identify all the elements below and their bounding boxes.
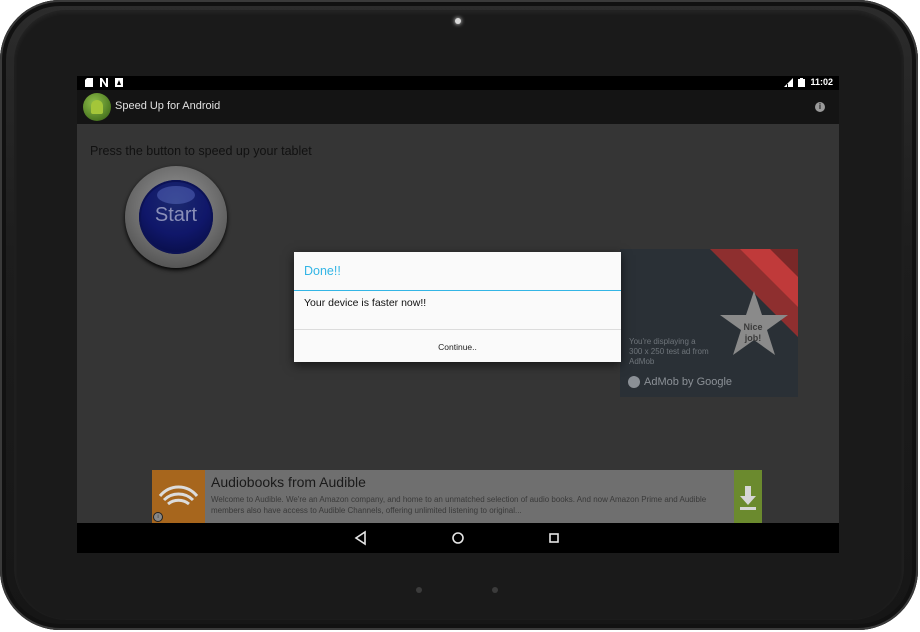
download-button[interactable] xyxy=(734,470,762,523)
app-bar: Speed Up for Android i xyxy=(77,90,839,124)
home-icon[interactable] xyxy=(450,530,466,546)
sd-card-icon xyxy=(85,78,93,87)
banner-description: Welcome to Audible. We're an Amazon comp… xyxy=(211,495,707,515)
front-camera xyxy=(455,18,461,24)
done-dialog: Done!! Your device is faster now!! Conti… xyxy=(294,252,621,362)
start-button[interactable]: Start xyxy=(125,166,227,268)
download-icon xyxy=(740,486,756,510)
start-button-label: Start xyxy=(154,204,198,226)
instruction-text: Press the button to speed up your tablet xyxy=(90,144,312,158)
nfc-icon xyxy=(100,78,108,87)
recents-icon[interactable] xyxy=(546,530,562,546)
ad-brand: AdMob by Google xyxy=(628,376,732,388)
dialog-message: Your device is faster now!! xyxy=(304,297,427,309)
admob-test-ad[interactable]: Nice job! You're displaying a 300 x 250 … xyxy=(620,249,798,397)
ad-description: You're displaying a 300 x 250 test ad fr… xyxy=(629,337,709,366)
battery-icon xyxy=(798,77,806,87)
dialog-title: Done!! xyxy=(304,264,341,278)
notification-icon xyxy=(115,78,123,87)
status-bar: 11:02 xyxy=(77,76,839,90)
navigation-bar xyxy=(77,523,839,553)
clock: 11:02 xyxy=(810,77,833,87)
audible-banner-ad[interactable]: Audiobooks from Audible Welcome to Audib… xyxy=(152,470,762,523)
app-icon[interactable] xyxy=(83,93,111,121)
tablet-screen: 11:02 Speed Up for Android i Press the b… xyxy=(77,76,839,553)
app-title: Speed Up for Android xyxy=(115,100,221,112)
ad-choices-icon[interactable]: i xyxy=(153,512,163,522)
banner-title: Audiobooks from Audible xyxy=(211,474,366,490)
ad-star-text: Nice job! xyxy=(743,322,763,343)
continue-button[interactable]: Continue.. xyxy=(294,330,621,362)
sensor-dot-right xyxy=(492,587,498,593)
back-icon[interactable] xyxy=(353,530,369,546)
sensor-dot-left xyxy=(416,587,422,593)
info-icon[interactable]: i xyxy=(815,102,825,112)
signal-icon xyxy=(784,77,794,87)
admob-logo-icon xyxy=(628,376,640,388)
ad-brand-label: AdMob by Google xyxy=(644,376,733,388)
dialog-title-divider xyxy=(294,290,621,291)
